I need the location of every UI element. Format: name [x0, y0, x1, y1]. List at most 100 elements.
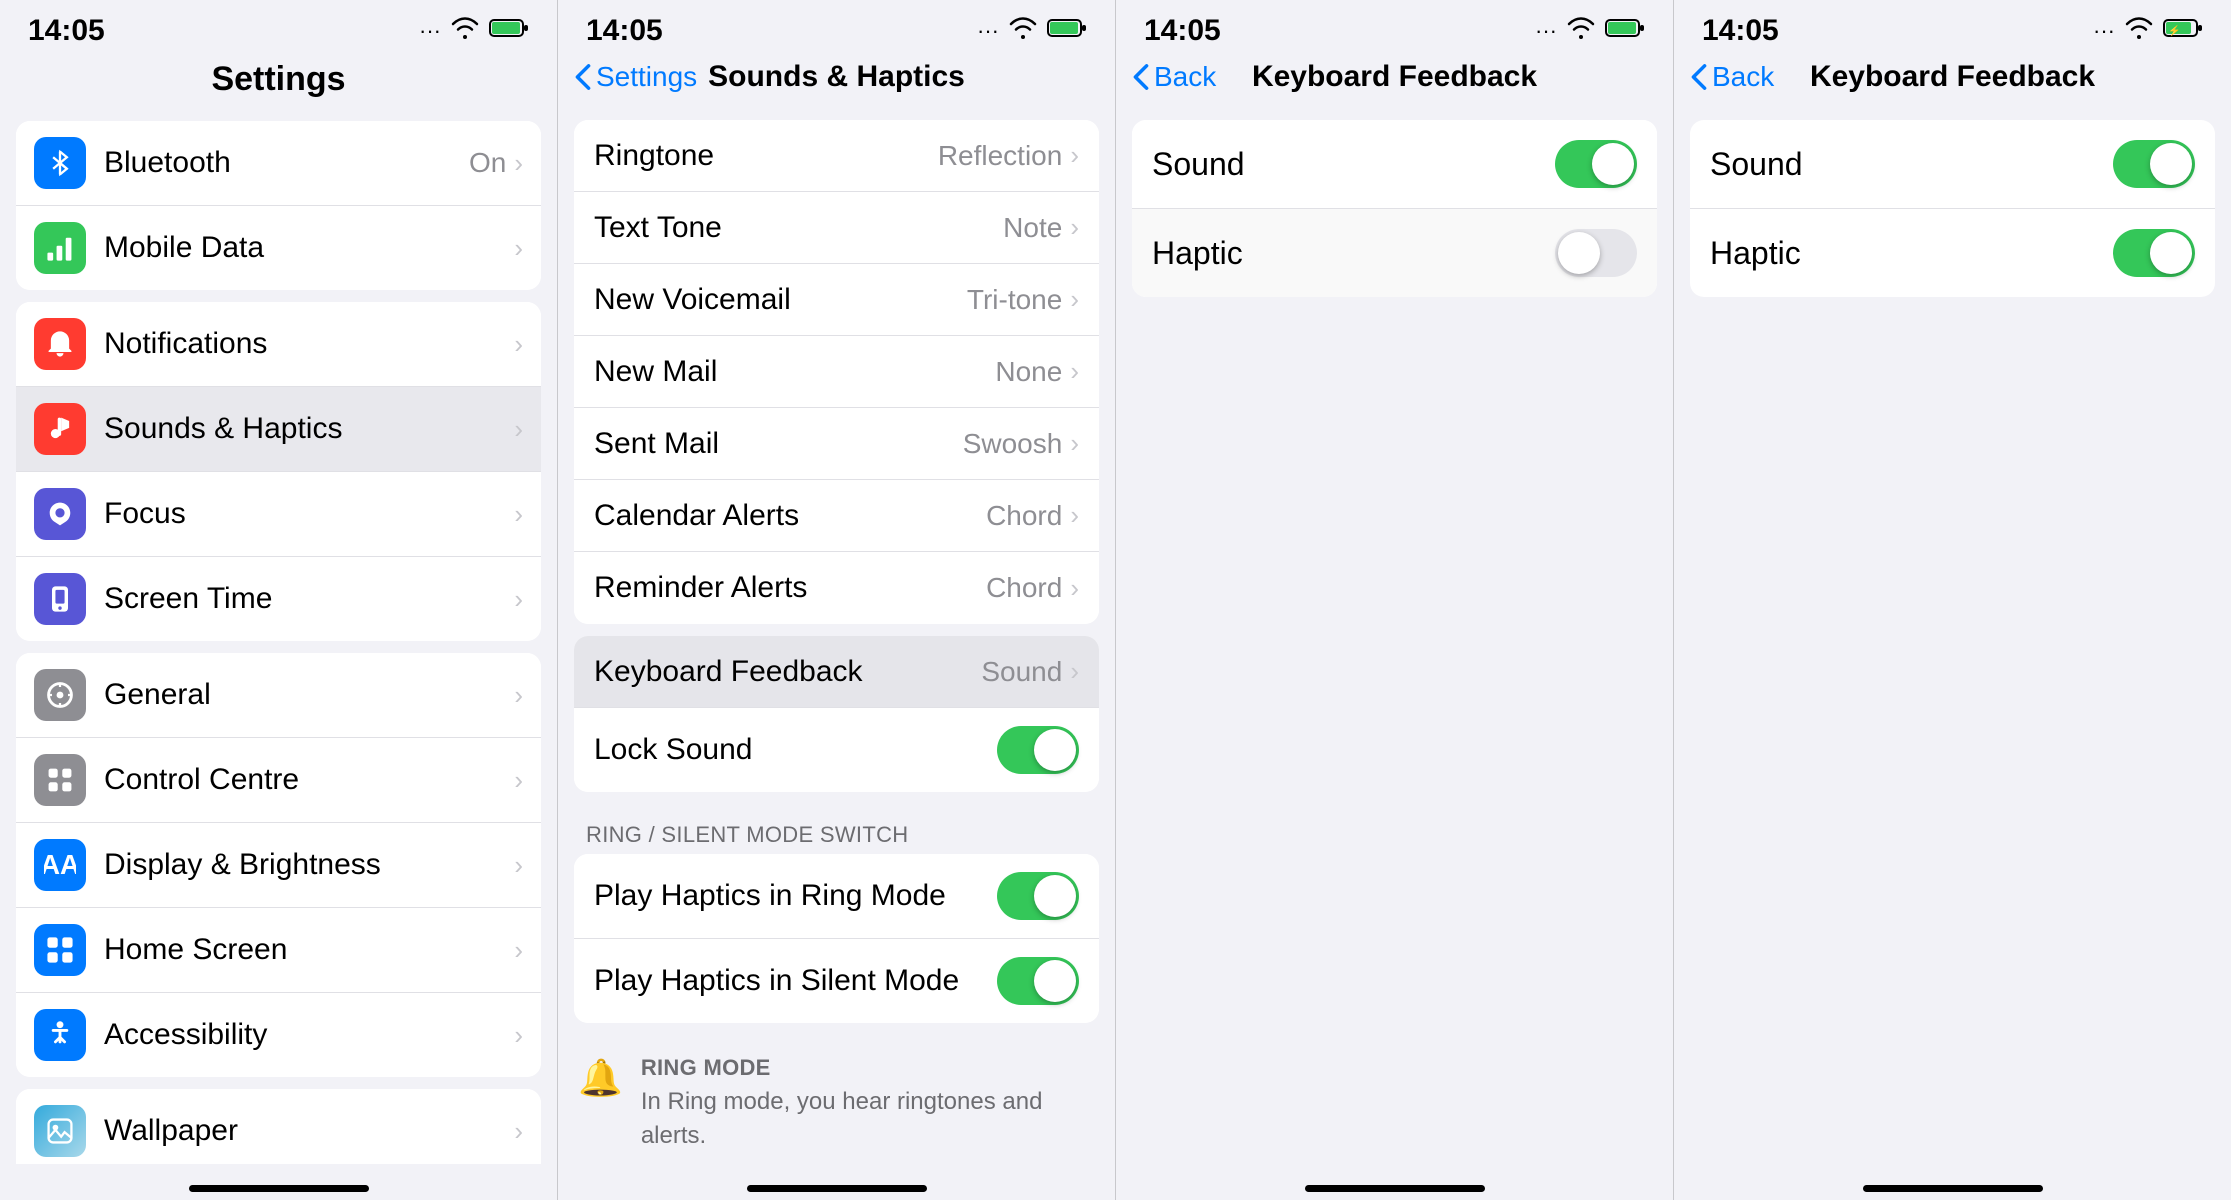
keyboard-feedback-chevron: ›: [1070, 656, 1079, 687]
panel-sounds-haptics: 14:05 ···: [558, 0, 1116, 1200]
home-indicator-2: [558, 1164, 1115, 1200]
home-indicator-4: [1674, 1164, 2231, 1200]
signal-icon-4: ···: [2093, 18, 2115, 44]
sh-item-sent-mail[interactable]: Sent Mail Swoosh ›: [574, 408, 1099, 480]
mobile-data-chevron: ›: [514, 233, 523, 264]
kf1-sound-toggle[interactable]: [1555, 140, 1637, 188]
sounds-scroll[interactable]: Ringtone Reflection › Text Tone Note › N…: [558, 104, 1115, 1164]
accessibility-label-text: Accessibility: [104, 1018, 514, 1052]
control-centre-chevron: ›: [514, 765, 523, 796]
nav-bar-kf1: Back Keyboard Feedback: [1116, 56, 1673, 104]
kf2-haptic-toggle[interactable]: [2113, 229, 2195, 277]
notifications-chevron: ›: [514, 329, 523, 360]
tones-list: Ringtone Reflection › Text Tone Note › N…: [574, 120, 1099, 624]
general-label-text: General: [104, 678, 514, 712]
new-voicemail-chevron: ›: [1070, 284, 1079, 315]
settings-item-notifications[interactable]: Notifications ›: [16, 302, 541, 387]
sh-item-keyboard-feedback[interactable]: Keyboard Feedback Sound ›: [574, 636, 1099, 708]
display-chevron: ›: [514, 850, 523, 881]
display-icon: AA: [34, 839, 86, 891]
focus-icon: [34, 488, 86, 540]
kf2-sound-toggle[interactable]: [2113, 140, 2195, 188]
ringtone-chevron: ›: [1070, 140, 1079, 171]
new-mail-chevron: ›: [1070, 356, 1079, 387]
sounds-back-label: Settings: [596, 61, 697, 93]
haptics-silent-toggle[interactable]: [997, 957, 1079, 1005]
status-time-3: 14:05: [1144, 14, 1221, 48]
general-right: ›: [514, 680, 523, 711]
sh-item-haptics-silent[interactable]: Play Haptics in Silent Mode: [574, 939, 1099, 1023]
bluetooth-label-text: Bluetooth: [104, 146, 469, 180]
status-icons-3: ···: [1535, 17, 1645, 45]
kf2-scroll: Sound Haptic: [1674, 104, 2231, 1164]
kf1-back-button[interactable]: Back: [1132, 61, 1216, 93]
wifi-icon-2: [1009, 17, 1037, 45]
settings-scroll[interactable]: Bluetooth On › Mobile Data: [0, 109, 557, 1164]
screen-time-icon: [34, 573, 86, 625]
signal-icon-2: ···: [977, 18, 999, 44]
settings-item-mobile-data[interactable]: Mobile Data ›: [16, 206, 541, 290]
notifications-label-text: Notifications: [104, 327, 514, 361]
settings-item-focus[interactable]: Focus ›: [16, 472, 541, 557]
calendar-alerts-chevron: ›: [1070, 500, 1079, 531]
sounds-back-button[interactable]: Settings: [574, 61, 697, 93]
bluetooth-chevron: ›: [514, 148, 523, 179]
haptics-list: Play Haptics in Ring Mode Play Haptics i…: [574, 854, 1099, 1023]
settings-item-display[interactable]: AA Display & Brightness ›: [16, 823, 541, 908]
kf2-back-button[interactable]: Back: [1690, 61, 1774, 93]
sh-item-haptics-ring[interactable]: Play Haptics in Ring Mode: [574, 854, 1099, 939]
panel-settings: 14:05 ··· Settings: [0, 0, 558, 1200]
ring-mode-bell-icon: 🔔: [578, 1057, 623, 1099]
battery-icon-1: [489, 17, 529, 45]
home-screen-chevron: ›: [514, 935, 523, 966]
settings-group-general: General › Control Centre: [16, 653, 541, 1077]
signal-icon-1: ···: [419, 18, 441, 44]
settings-item-screen-time[interactable]: Screen Time ›: [16, 557, 541, 641]
notifications-icon: [34, 318, 86, 370]
reminder-alerts-chevron: ›: [1070, 573, 1079, 604]
svg-text:⚡: ⚡: [2168, 24, 2180, 37]
status-time-4: 14:05: [1702, 14, 1779, 48]
kf2-sound-item[interactable]: Sound: [1690, 120, 2215, 209]
accessibility-right: ›: [514, 1020, 523, 1051]
settings-item-wallpaper[interactable]: Wallpaper ›: [16, 1089, 541, 1164]
settings-item-sounds[interactable]: Sounds & Haptics ›: [16, 387, 541, 472]
panel-keyboard-feedback-2: 14:05 ··· ⚡: [1674, 0, 2231, 1200]
home-screen-label-text: Home Screen: [104, 933, 514, 967]
kf2-haptic-item[interactable]: Haptic: [1690, 209, 2215, 297]
text-tone-chevron: ›: [1070, 212, 1079, 243]
haptics-ring-toggle[interactable]: [997, 872, 1079, 920]
sh-item-text-tone[interactable]: Text Tone Note ›: [574, 192, 1099, 264]
sh-item-calendar-alerts[interactable]: Calendar Alerts Chord ›: [574, 480, 1099, 552]
kf1-scroll: Sound Haptic: [1116, 104, 1673, 1164]
sounds-chevron: ›: [514, 414, 523, 445]
status-bar-2: 14:05 ···: [558, 0, 1115, 56]
kf1-haptic-item[interactable]: Haptic: [1132, 209, 1657, 297]
status-bar-1: 14:05 ···: [0, 0, 557, 56]
ring-mode-info: 🔔 RING MODE In Ring mode, you hear ringt…: [558, 1039, 1115, 1164]
settings-item-bluetooth[interactable]: Bluetooth On ›: [16, 121, 541, 206]
general-icon: [34, 669, 86, 721]
sh-item-new-mail[interactable]: New Mail None ›: [574, 336, 1099, 408]
sh-item-reminder-alerts[interactable]: Reminder Alerts Chord ›: [574, 552, 1099, 624]
settings-item-home-screen[interactable]: Home Screen ›: [16, 908, 541, 993]
settings-item-control-centre[interactable]: Control Centre ›: [16, 738, 541, 823]
lock-sound-toggle[interactable]: [997, 726, 1079, 774]
mobile-data-icon: [34, 222, 86, 274]
kf1-sound-item[interactable]: Sound: [1132, 120, 1657, 209]
sh-item-ringtone[interactable]: Ringtone Reflection ›: [574, 120, 1099, 192]
general-chevron: ›: [514, 680, 523, 711]
sh-item-new-voicemail[interactable]: New Voicemail Tri-tone ›: [574, 264, 1099, 336]
focus-label-text: Focus: [104, 497, 514, 531]
kf1-haptic-toggle[interactable]: [1555, 229, 1637, 277]
screen-time-chevron: ›: [514, 584, 523, 615]
ring-silent-section-label: RING / SILENT MODE SWITCH: [558, 812, 1115, 854]
kf2-list: Sound Haptic: [1690, 120, 2215, 297]
mobile-data-right: ›: [514, 233, 523, 264]
wallpaper-icon: [34, 1105, 86, 1157]
settings-item-accessibility[interactable]: Accessibility ›: [16, 993, 541, 1077]
home-bar-2: [747, 1185, 927, 1192]
status-icons-2: ···: [977, 17, 1087, 45]
settings-item-general[interactable]: General ›: [16, 653, 541, 738]
sh-item-lock-sound[interactable]: Lock Sound: [574, 708, 1099, 792]
